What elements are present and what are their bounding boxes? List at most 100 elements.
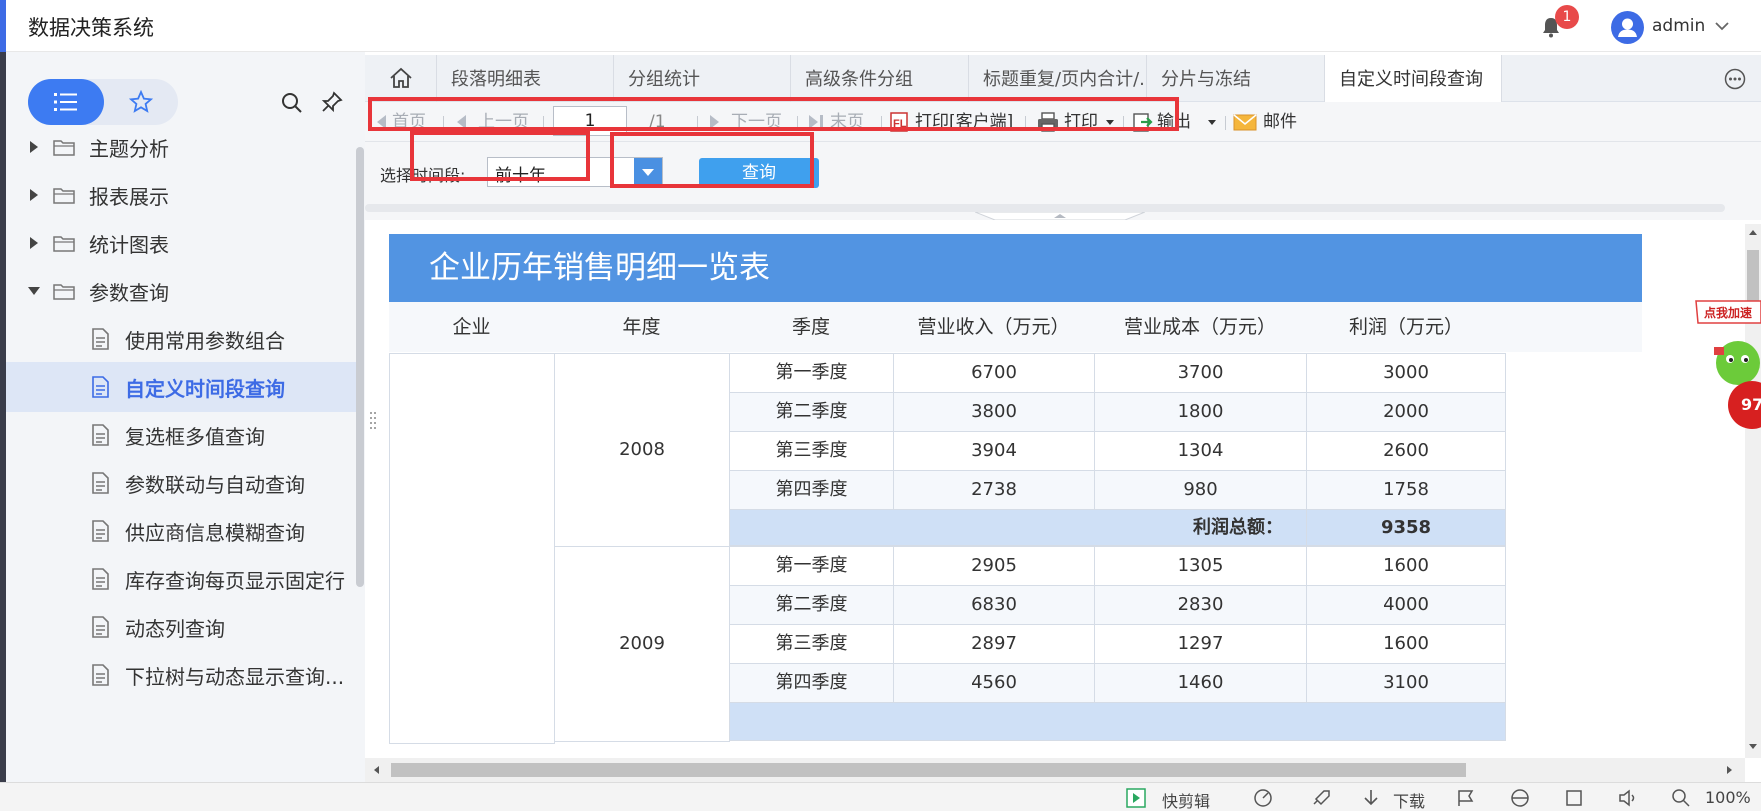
toolbar-highlight-box bbox=[368, 97, 1179, 131]
revenue-cell: 6830 bbox=[893, 585, 1095, 625]
caret-right-icon[interactable] bbox=[28, 140, 40, 154]
clip-icon[interactable] bbox=[1125, 788, 1147, 808]
sidebar-item-label: 动态列查询 bbox=[125, 616, 225, 641]
company-cell bbox=[389, 353, 555, 744]
total-label-cell: 利润总额： bbox=[729, 509, 1307, 546]
sidebar-item[interactable]: 报表展示 bbox=[6, 170, 356, 220]
mail-button[interactable]: 邮件 bbox=[1263, 110, 1297, 134]
cost-cell: 2830 bbox=[1094, 585, 1307, 625]
sidebar-item[interactable]: 参数查询 bbox=[6, 266, 356, 316]
document-icon bbox=[92, 520, 109, 542]
folder-icon bbox=[53, 188, 75, 204]
sidebar-item[interactable]: 参数联动与自动查询 bbox=[6, 458, 356, 508]
sidebar-item-label: 复选框多值查询 bbox=[125, 424, 265, 449]
tab-title-repeat[interactable]: 标题重复/页内合计/... bbox=[969, 55, 1147, 102]
sidebar-item[interactable]: 使用常用参数组合 bbox=[6, 314, 356, 364]
report-header-row: 企业 年度 季度 营业收入（万元） 营业成本（万元） 利润（万元） bbox=[389, 302, 1642, 352]
scroll-up-icon[interactable] bbox=[1745, 225, 1761, 239]
pin-icon[interactable] bbox=[320, 90, 344, 114]
scroll-down-icon[interactable] bbox=[1745, 740, 1761, 754]
drag-handle-icon[interactable] bbox=[369, 410, 377, 430]
avatar[interactable] bbox=[1611, 11, 1644, 44]
sidebar-item-label: 自定义时间段查询 bbox=[125, 376, 285, 401]
sidebar-item-label: 报表展示 bbox=[89, 184, 169, 209]
zoom-icon[interactable] bbox=[1671, 788, 1691, 808]
window-icon[interactable] bbox=[1563, 788, 1585, 808]
rocket-icon[interactable] bbox=[1310, 788, 1332, 808]
more-icon[interactable] bbox=[1724, 68, 1746, 90]
tab-paragraph-detail[interactable]: 段落明细表 bbox=[437, 55, 614, 102]
cost-cell: 3700 bbox=[1094, 353, 1307, 393]
sidebar-item-label: 下拉树与动态显示查询... bbox=[125, 664, 345, 689]
collapse-handle[interactable] bbox=[975, 212, 1145, 220]
caret-right-icon[interactable] bbox=[28, 236, 40, 250]
caret-down-icon[interactable] bbox=[28, 284, 40, 298]
speed-icon[interactable] bbox=[1252, 788, 1274, 808]
search-icon[interactable] bbox=[280, 91, 304, 115]
profit-cell: 4000 bbox=[1306, 585, 1506, 625]
chevron-down-icon[interactable] bbox=[1714, 20, 1730, 32]
sidebar-item-label: 参数联动与自动查询 bbox=[125, 472, 305, 497]
sidebar-item[interactable]: 复选框多值查询 bbox=[6, 410, 356, 460]
tab-home[interactable] bbox=[365, 55, 437, 102]
select-highlight-box bbox=[410, 131, 590, 181]
volume-icon[interactable] bbox=[1617, 788, 1639, 808]
year-cell: 2008 bbox=[554, 353, 730, 547]
sidebar-item[interactable]: 主题分析 bbox=[6, 122, 356, 172]
total-value-cell: 9358 bbox=[1306, 509, 1506, 546]
caret-down-icon[interactable] bbox=[1207, 119, 1217, 127]
report-title: 企业历年销售明细一览表 bbox=[389, 234, 1642, 302]
col-header-year: 年度 bbox=[622, 316, 661, 338]
sidebar-scrollbar[interactable] bbox=[356, 147, 364, 587]
sidebar-item[interactable]: 库存查询每页显示固定行 bbox=[6, 554, 356, 604]
caret-right-icon[interactable] bbox=[28, 188, 40, 202]
document-icon bbox=[92, 376, 109, 398]
download-icon[interactable] bbox=[1360, 788, 1382, 808]
quarter-cell: 第三季度 bbox=[729, 431, 894, 471]
download-button[interactable]: 下载 bbox=[1393, 788, 1425, 811]
app-window: 数据决策系统 1 admin 主题分析 报表展示 统计图表 参数查询 使用常用参… bbox=[0, 0, 1761, 811]
col-header-revenue: 营业收入（万元） bbox=[917, 316, 1070, 338]
panel-splitter[interactable] bbox=[365, 204, 1725, 212]
revenue-cell: 3800 bbox=[893, 392, 1095, 432]
scroll-right-icon[interactable] bbox=[1721, 758, 1737, 782]
cost-cell: 980 bbox=[1094, 470, 1307, 510]
browser-icon[interactable] bbox=[1509, 788, 1531, 808]
cost-cell: 1297 bbox=[1094, 624, 1307, 664]
quarter-cell: 第一季度 bbox=[729, 546, 894, 586]
sidebar-item[interactable]: 自定义时间段查询 bbox=[6, 362, 356, 412]
username[interactable]: admin bbox=[1652, 16, 1705, 36]
app-title: 数据决策系统 bbox=[28, 16, 154, 40]
tab-custom-time-query[interactable]: 自定义时间段查询 bbox=[1325, 55, 1502, 102]
quarter-cell: 第三季度 bbox=[729, 624, 894, 664]
scroll-left-icon[interactable] bbox=[369, 758, 385, 782]
list-view-button[interactable] bbox=[28, 79, 104, 125]
document-icon bbox=[92, 328, 109, 350]
sidebar-item[interactable]: 下拉树与动态显示查询... bbox=[6, 650, 356, 700]
star-icon[interactable] bbox=[129, 90, 153, 114]
horizontal-scroll-thumb[interactable] bbox=[391, 763, 1466, 777]
zoom-level[interactable]: 100% bbox=[1705, 788, 1751, 808]
tab-group-stats[interactable]: 分组统计 bbox=[614, 55, 791, 102]
profit-cell: 1758 bbox=[1306, 470, 1506, 510]
document-icon bbox=[92, 424, 109, 446]
tab-advanced-grouping[interactable]: 高级条件分组 bbox=[791, 55, 969, 102]
tab-split-freeze[interactable]: 分片与冻结 bbox=[1147, 55, 1325, 102]
year-cell: 2009 bbox=[554, 546, 730, 742]
folder-icon bbox=[53, 284, 75, 300]
sidebar-item[interactable]: 统计图表 bbox=[6, 218, 356, 268]
document-icon bbox=[92, 664, 109, 686]
speed-boost-widget[interactable]: 点我加速 97 bbox=[1690, 295, 1761, 445]
horizontal-scrollbar[interactable] bbox=[365, 758, 1745, 782]
sidebar-item-label: 使用常用参数组合 bbox=[125, 328, 285, 353]
user-icon bbox=[1618, 18, 1637, 37]
header-accent-strip bbox=[0, 0, 6, 52]
col-header-quarter: 季度 bbox=[791, 316, 830, 338]
col-header-company: 企业 bbox=[452, 316, 491, 338]
sidebar-item[interactable]: 动态列查询 bbox=[6, 602, 356, 652]
revenue-cell: 6700 bbox=[893, 353, 1095, 393]
flag-icon[interactable] bbox=[1455, 788, 1477, 808]
sidebar-item[interactable]: 供应商信息模糊查询 bbox=[6, 506, 356, 556]
sidebar-item-label: 主题分析 bbox=[89, 136, 169, 161]
clip-button[interactable]: 快剪辑 bbox=[1162, 788, 1210, 811]
